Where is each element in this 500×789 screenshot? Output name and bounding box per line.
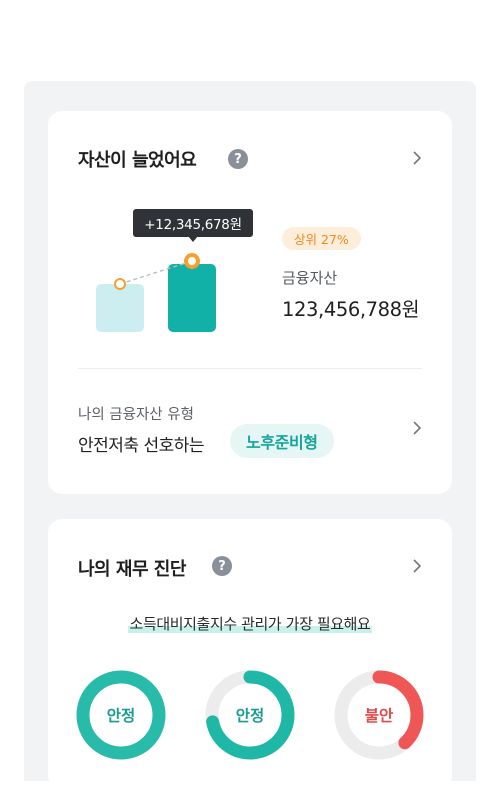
asset-type-value: 안전저축 선호하는 (78, 436, 205, 456)
asset-label: 금융자산 (282, 269, 338, 287)
diagnosis-summary-text: 소득대비지출지수 관리가 가장 필요해요 (127, 615, 373, 633)
ring-label-3: 불안 (364, 707, 394, 725)
previous-asset-bar (96, 284, 144, 332)
asset-type-chip: 노후준비형 (230, 424, 334, 458)
diagnosis-card-title: 나의 재무 진단 (78, 559, 186, 580)
chevron-right-icon[interactable] (410, 151, 424, 165)
tooltip-arrow (188, 236, 198, 242)
ring-label-2: 안정 (235, 707, 265, 725)
asset-type-label: 나의 금융자산 유형 (78, 407, 194, 423)
asset-value: 123,456,788원 (282, 298, 420, 321)
previous-point (114, 278, 126, 290)
divider (78, 368, 422, 369)
chevron-right-icon[interactable] (410, 559, 424, 573)
asset-change-tooltip: +12,345,678원 (133, 209, 253, 237)
diagnosis-ring-2[interactable]: 안정 (203, 668, 297, 762)
help-icon[interactable]: ? (212, 556, 232, 576)
help-icon[interactable]: ? (228, 149, 248, 169)
asset-change-card[interactable]: 자산이 늘었어요 ? +12,345,678원 상위 27% 금융자산 123,… (48, 111, 452, 494)
ring-label-1: 안정 (106, 707, 136, 725)
rank-badge: 상위 27% (282, 227, 361, 250)
diagnosis-ring-3[interactable]: 불안 (332, 668, 426, 762)
asset-card-title: 자산이 늘었어요 (78, 150, 197, 171)
financial-diagnosis-card[interactable]: 나의 재무 진단 ? 소득대비지출지수 관리가 가장 필요해요 안정 안정 불안 (48, 519, 452, 789)
current-asset-bar (168, 264, 216, 332)
diagnosis-ring-1[interactable]: 안정 (74, 668, 168, 762)
chevron-right-icon[interactable] (410, 421, 424, 435)
diagnosis-summary: 소득대비지출지수 관리가 가장 필요해요 (48, 613, 452, 634)
